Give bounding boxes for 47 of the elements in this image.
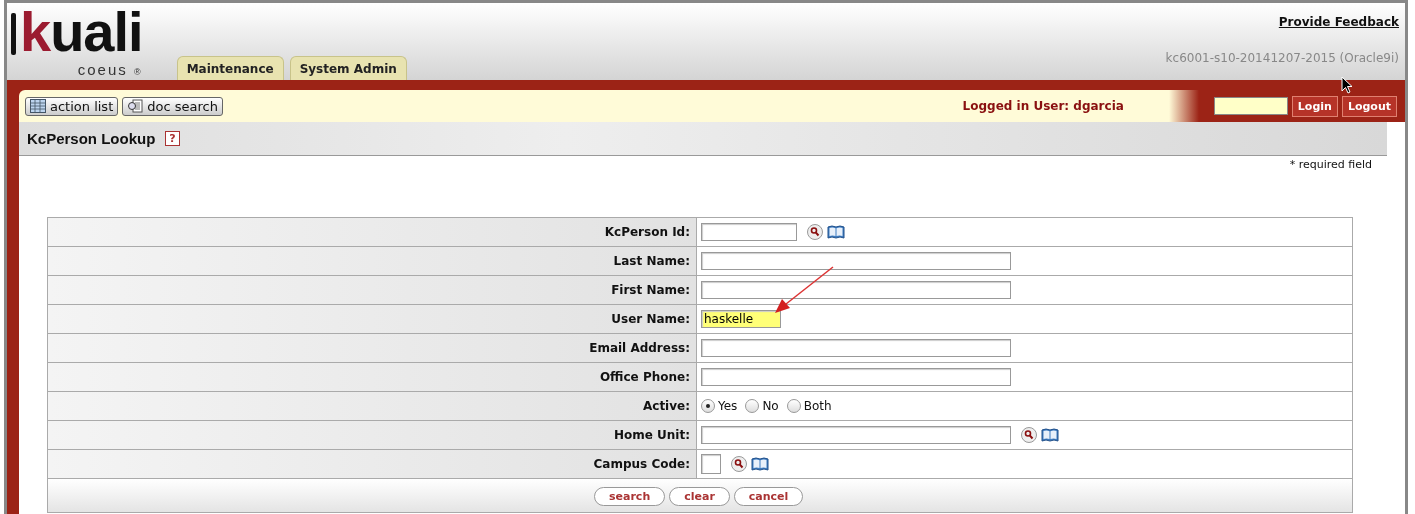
table-icon (30, 99, 46, 113)
logout-button[interactable]: Logout (1341, 95, 1397, 117)
logged-in-user: Logged in User: dgarcia (962, 99, 1124, 113)
text-input-field[interactable] (701, 281, 1011, 299)
feedback-link[interactable]: Provide Feedback (1278, 15, 1399, 29)
help-icon[interactable]: ? (165, 131, 180, 146)
action-button[interactable]: clear (669, 487, 730, 506)
text-input-field[interactable]: haskelle (701, 310, 781, 328)
action-button[interactable]: search (594, 487, 666, 506)
document-magnifier-icon (127, 99, 144, 113)
field-label: Office Phone: (48, 363, 697, 391)
radio-option[interactable]: Yes (701, 399, 738, 413)
required-field-note: * required field (1289, 158, 1372, 171)
mouse-cursor-icon (1341, 76, 1353, 94)
login-button[interactable]: Login (1291, 95, 1338, 117)
search-icon[interactable] (1021, 427, 1037, 443)
text-input-field[interactable] (701, 223, 797, 241)
book-icon[interactable] (827, 225, 845, 239)
field-label: Active: (48, 392, 697, 420)
action-button[interactable]: cancel (733, 487, 804, 506)
field-label: Campus Code: (48, 450, 697, 478)
book-icon[interactable] (751, 457, 769, 471)
radio-option[interactable]: No (745, 399, 779, 413)
login-input-field[interactable] (1213, 97, 1288, 115)
kuali-coeus-logo: kuali coeus ® (7, 3, 143, 78)
text-input-field[interactable] (701, 368, 1011, 386)
field-label: Email Address: (48, 334, 697, 362)
field-label: First Name: (48, 276, 697, 304)
arrow-annotation (772, 266, 836, 316)
action-list-button[interactable]: action list (25, 96, 119, 116)
doc-search-button[interactable]: doc search (122, 96, 223, 116)
search-icon[interactable] (807, 224, 823, 240)
page-title: KcPerson Lookup (27, 130, 156, 147)
book-icon[interactable] (1041, 428, 1059, 442)
radio-option[interactable]: Both (786, 399, 832, 413)
text-input-field[interactable] (701, 454, 721, 474)
field-label: Home Unit: (48, 421, 697, 449)
build-version: kc6001-s10-20141207-2015 (Oracle9i) (1165, 51, 1399, 65)
search-icon[interactable] (731, 456, 747, 472)
field-label: User Name: (48, 305, 697, 333)
text-input-field[interactable] (701, 339, 1011, 357)
text-input-field[interactable] (701, 426, 1011, 444)
text-input-field[interactable] (701, 252, 1011, 270)
field-label: KcPerson Id: (48, 218, 697, 246)
nav-tab[interactable]: Maintenance (176, 56, 284, 80)
nav-tab[interactable]: System Admin (289, 56, 407, 80)
field-label: Last Name: (48, 247, 697, 275)
